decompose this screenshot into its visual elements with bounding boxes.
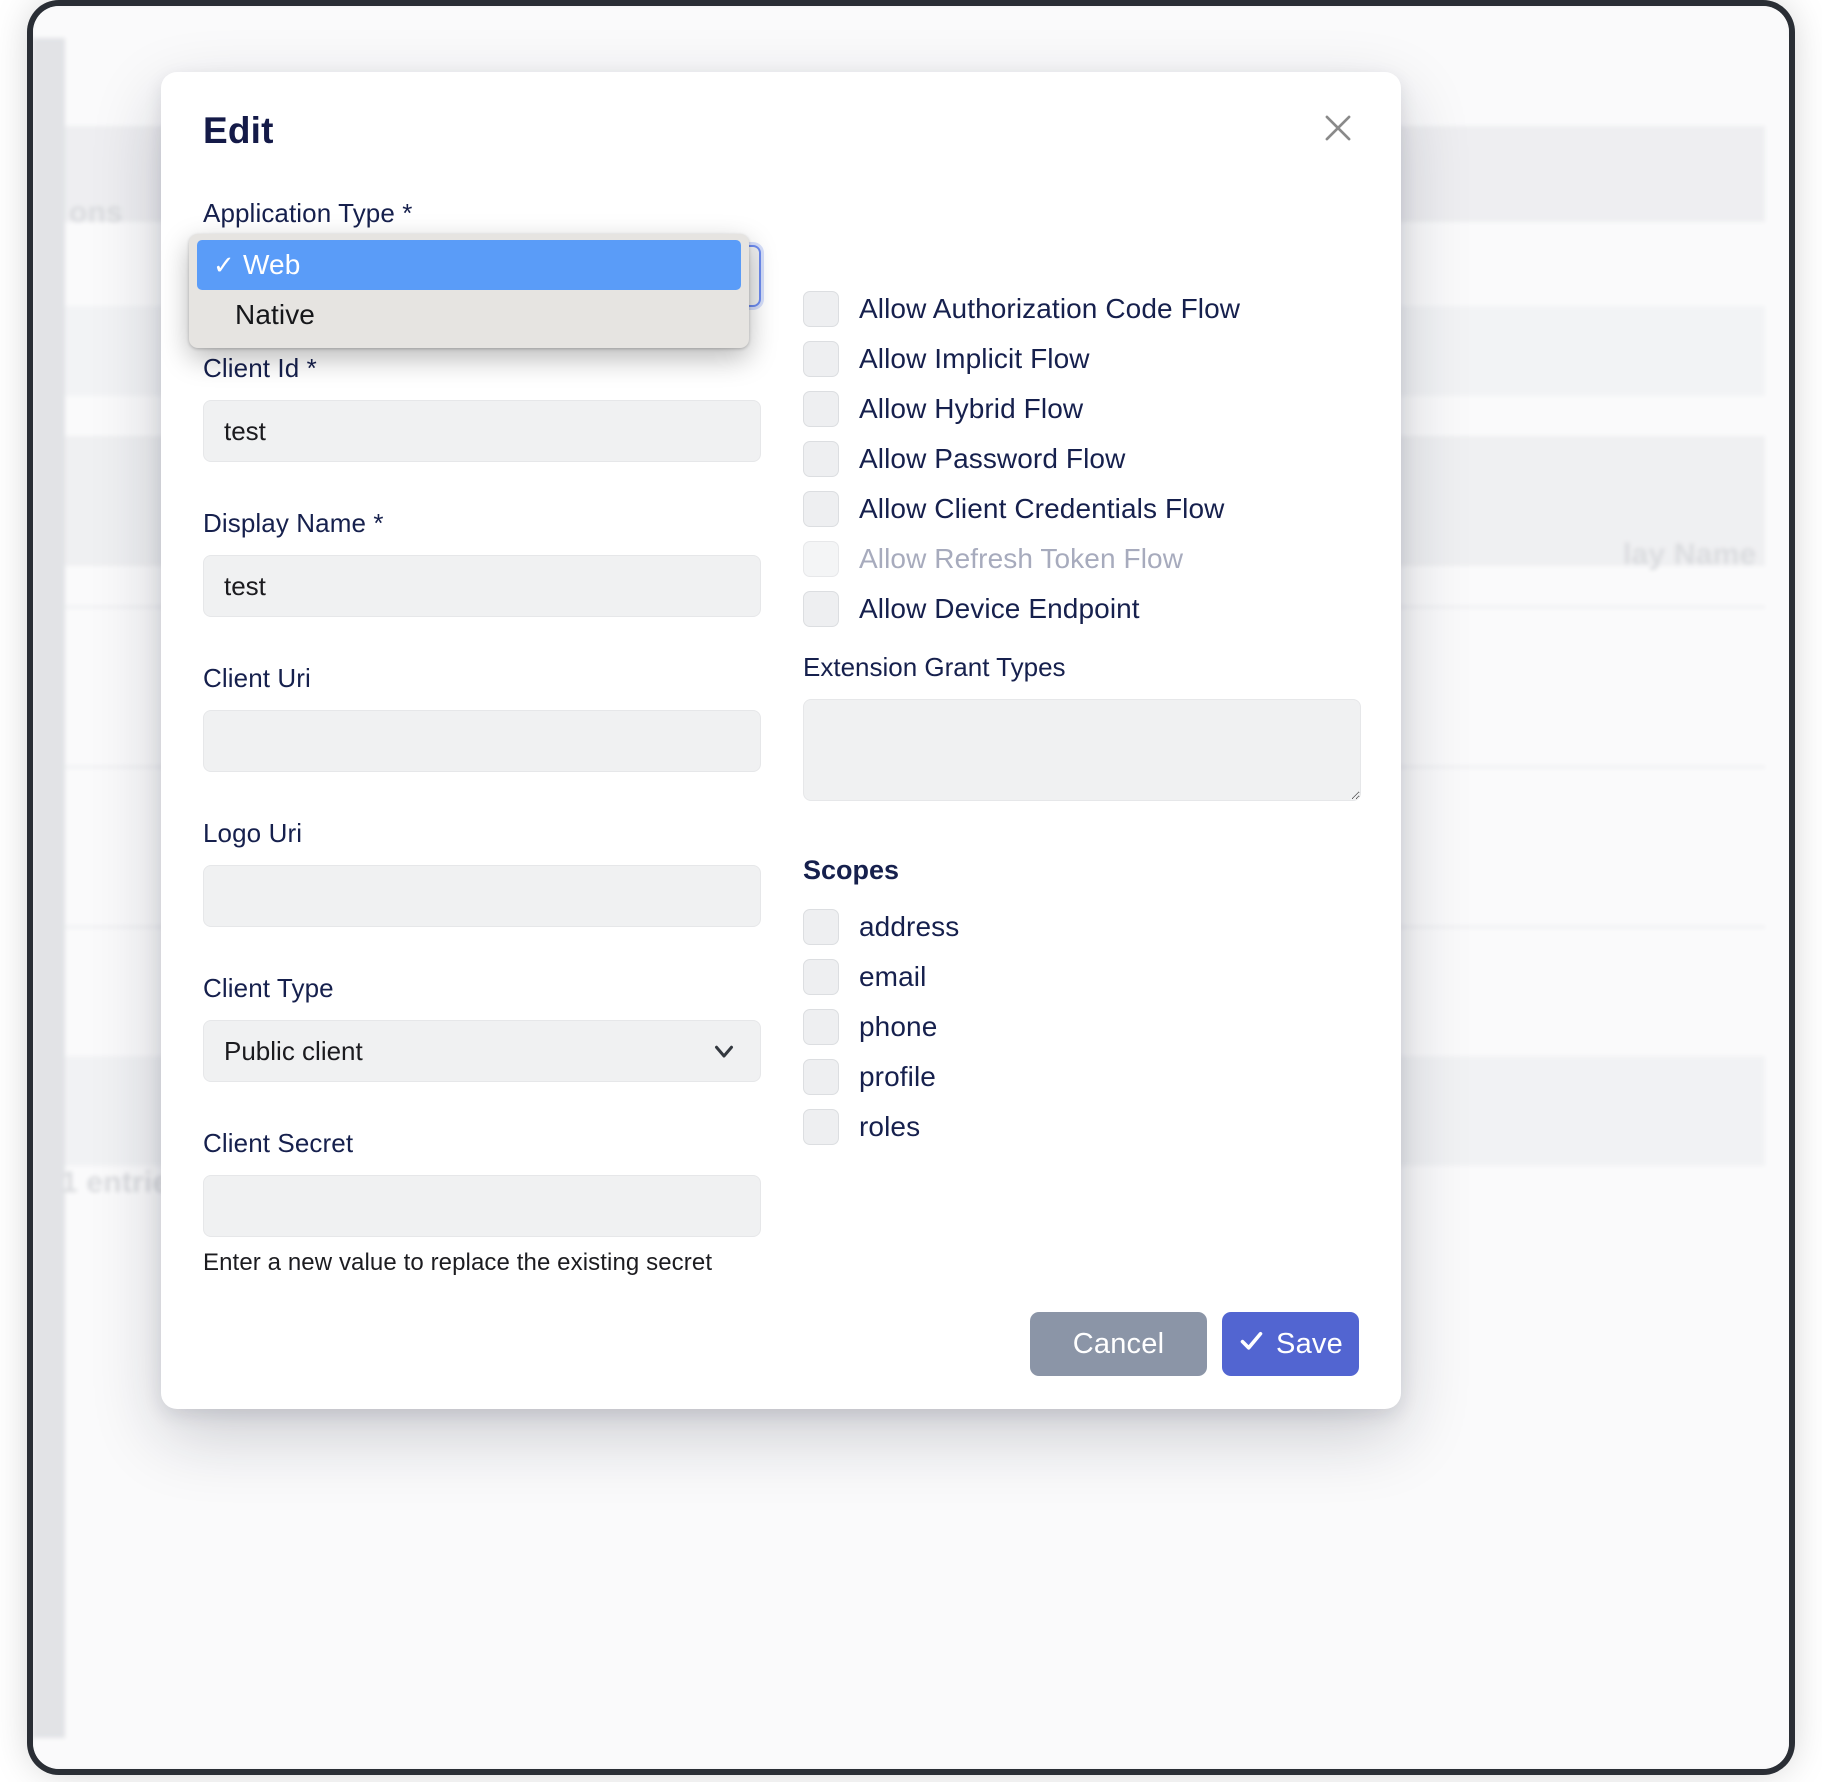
spacer xyxy=(203,939,763,973)
client-type-value: Public client xyxy=(224,1036,363,1067)
checkbox-icon[interactable] xyxy=(803,441,839,477)
right-form-column: Allow Authorization Code Flow Allow Impl… xyxy=(803,198,1363,1152)
checkbox-icon[interactable] xyxy=(803,491,839,527)
spacer xyxy=(203,474,763,508)
spacer xyxy=(803,198,1363,284)
spacer xyxy=(803,801,1363,837)
spacer xyxy=(203,1094,763,1128)
checkbox-row-refresh-token-flow: Allow Refresh Token Flow xyxy=(803,534,1363,584)
application-type-option-label: Native xyxy=(235,299,315,331)
close-icon xyxy=(1319,109,1357,150)
checkbox-label: Allow Refresh Token Flow xyxy=(859,543,1183,575)
checkbox-row-authorization-code-flow[interactable]: Allow Authorization Code Flow xyxy=(803,284,1363,334)
dialog-header: Edit xyxy=(161,72,1401,198)
checkbox-row-scope-roles[interactable]: roles xyxy=(803,1102,1363,1152)
client-uri-label: Client Uri xyxy=(203,663,763,694)
field-client-id: Client Id * xyxy=(203,353,763,462)
field-display-name: Display Name * xyxy=(203,508,763,617)
checkbox-label: email xyxy=(859,961,926,993)
dialog-body: Application Type * ✓ Web Native xyxy=(161,198,1401,1278)
checkbox-label: roles xyxy=(859,1111,920,1143)
save-button-label: Save xyxy=(1276,1328,1343,1361)
checkbox-row-hybrid-flow[interactable]: Allow Hybrid Flow xyxy=(803,384,1363,434)
application-type-select-anchor: ✓ Web Native xyxy=(203,245,761,307)
checkbox-row-scope-profile[interactable]: profile xyxy=(803,1052,1363,1102)
device-frame: ons lay Name 1 entries Edit xyxy=(33,6,1789,1769)
checkbox-row-scope-email[interactable]: email xyxy=(803,952,1363,1002)
checkbox-row-password-flow[interactable]: Allow Password Flow xyxy=(803,434,1363,484)
application-type-option-native[interactable]: Native xyxy=(189,290,749,340)
checkbox-row-implicit-flow[interactable]: Allow Implicit Flow xyxy=(803,334,1363,384)
checkbox-row-scope-phone[interactable]: phone xyxy=(803,1002,1363,1052)
logo-uri-input[interactable] xyxy=(203,865,761,927)
checkbox-icon[interactable] xyxy=(803,591,839,627)
save-button[interactable]: Save xyxy=(1222,1312,1359,1376)
application-type-option-label: Web xyxy=(243,249,300,281)
client-type-select[interactable]: Public client xyxy=(203,1020,761,1082)
spacer xyxy=(203,629,763,663)
cancel-button-label: Cancel xyxy=(1073,1328,1164,1361)
display-name-input[interactable] xyxy=(203,555,761,617)
scopes-heading: Scopes xyxy=(803,855,1363,886)
field-client-uri: Client Uri xyxy=(203,663,763,772)
checkbox-icon[interactable] xyxy=(803,1059,839,1095)
cancel-button[interactable]: Cancel xyxy=(1030,1312,1207,1376)
checkbox-icon[interactable] xyxy=(803,291,839,327)
spacer xyxy=(203,784,763,818)
field-logo-uri: Logo Uri xyxy=(203,818,763,927)
application-type-option-web[interactable]: ✓ Web xyxy=(197,240,741,290)
checkbox-row-scope-address[interactable]: address xyxy=(803,902,1363,952)
checkbox-label: Allow Hybrid Flow xyxy=(859,393,1083,425)
checkbox-row-device-endpoint[interactable]: Allow Device Endpoint xyxy=(803,584,1363,634)
client-secret-helper-text: Enter a new value to replace the existin… xyxy=(203,1249,763,1277)
client-type-select-wrap: Public client xyxy=(203,1020,761,1082)
edit-dialog: Edit Application Type * xyxy=(161,72,1401,1409)
display-name-label: Display Name * xyxy=(203,508,763,539)
checkbox-label: phone xyxy=(859,1011,937,1043)
field-application-type: Application Type * ✓ Web Native xyxy=(203,198,763,307)
checkbox-label: Allow Device Endpoint xyxy=(859,593,1140,625)
checkbox-icon[interactable] xyxy=(803,959,839,995)
checkbox-label: Allow Password Flow xyxy=(859,443,1125,475)
checkbox-icon[interactable] xyxy=(803,1009,839,1045)
logo-uri-label: Logo Uri xyxy=(203,818,763,849)
checkbox-icon[interactable] xyxy=(803,341,839,377)
checkbox-label: Allow Authorization Code Flow xyxy=(859,293,1240,325)
field-client-type: Client Type Public client xyxy=(203,973,763,1082)
checkbox-label: Allow Implicit Flow xyxy=(859,343,1090,375)
extension-grant-types-textarea[interactable] xyxy=(803,699,1361,801)
check-icon xyxy=(1238,1327,1265,1362)
checkbox-icon[interactable] xyxy=(803,391,839,427)
checkbox-row-client-credentials-flow[interactable]: Allow Client Credentials Flow xyxy=(803,484,1363,534)
screen: ons lay Name 1 entries Edit xyxy=(0,0,1822,1782)
checkbox-icon[interactable] xyxy=(803,1109,839,1145)
client-secret-input[interactable] xyxy=(203,1175,761,1237)
checkbox-icon[interactable] xyxy=(803,909,839,945)
check-icon: ✓ xyxy=(213,250,243,281)
checkbox-label: profile xyxy=(859,1061,936,1093)
client-uri-input[interactable] xyxy=(203,710,761,772)
close-button[interactable] xyxy=(1311,102,1365,156)
checkbox-label: Allow Client Credentials Flow xyxy=(859,493,1224,525)
left-form-column: Application Type * ✓ Web Native xyxy=(203,198,763,1289)
page-title: Edit xyxy=(203,110,274,152)
client-secret-label: Client Secret xyxy=(203,1128,763,1159)
field-client-secret: Client Secret Enter a new value to repla… xyxy=(203,1128,763,1277)
checkbox-label: address xyxy=(859,911,959,943)
client-type-label: Client Type xyxy=(203,973,763,1004)
extension-grant-types-label: Extension Grant Types xyxy=(803,652,1363,683)
client-id-label: Client Id * xyxy=(203,353,763,384)
client-id-input[interactable] xyxy=(203,400,761,462)
dialog-footer: Cancel Save xyxy=(161,1278,1401,1409)
checkbox-icon xyxy=(803,541,839,577)
application-type-options-popup[interactable]: ✓ Web Native xyxy=(189,234,749,348)
application-type-label: Application Type * xyxy=(203,198,763,229)
